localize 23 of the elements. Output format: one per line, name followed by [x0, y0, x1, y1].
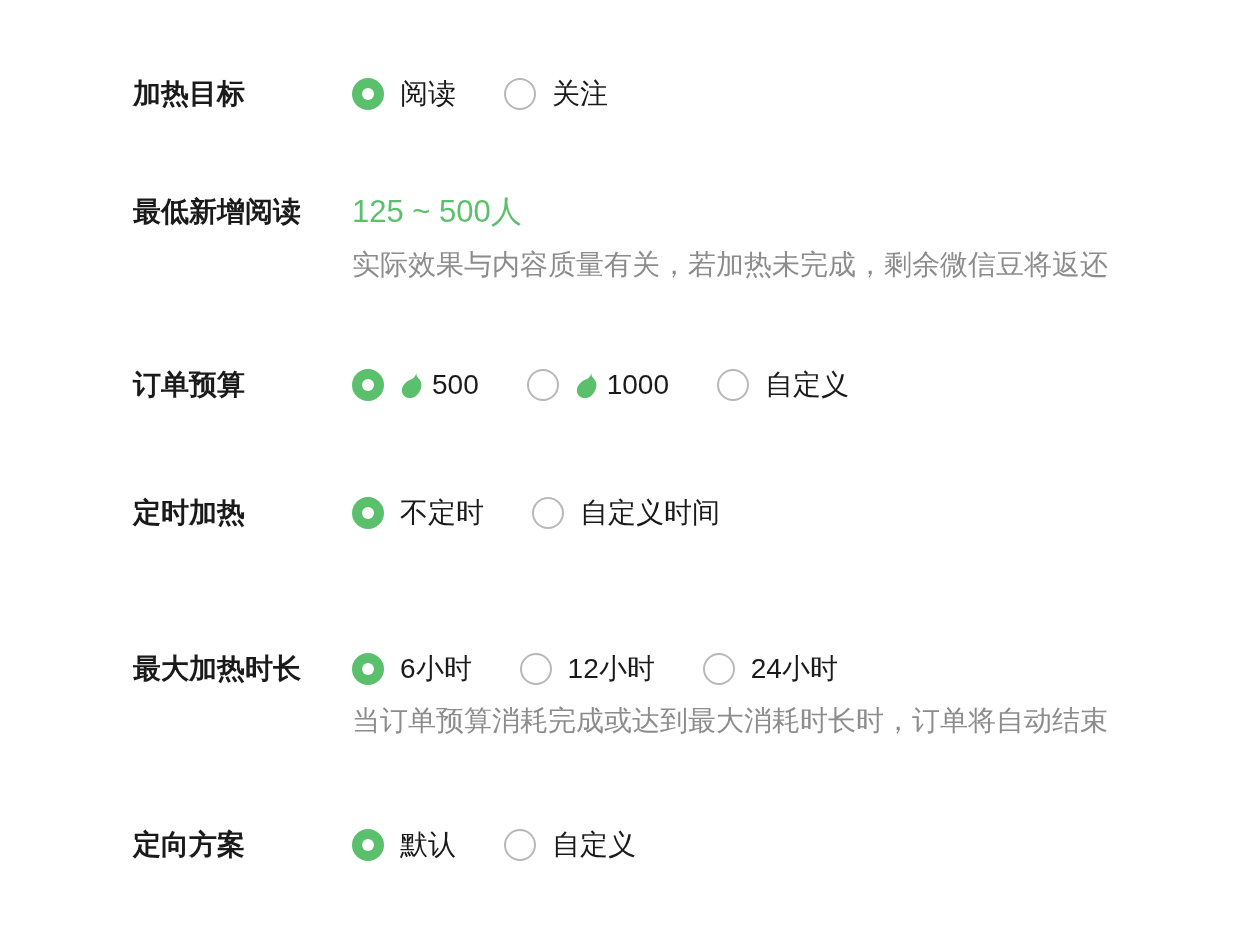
- radio-option[interactable]: 24小时: [702, 649, 838, 689]
- radio-option[interactable]: 自定义: [504, 825, 636, 865]
- field-label: 加热目标: [133, 78, 245, 109]
- field-label: 最低新增阅读: [133, 196, 301, 227]
- field-label: 最大加热时长: [133, 653, 301, 684]
- radio-option[interactable]: 12小时: [519, 649, 655, 689]
- bean-icon: [400, 371, 424, 399]
- radio-option[interactable]: 默认: [352, 825, 456, 865]
- radio-option[interactable]: 关注: [504, 74, 608, 114]
- radio-option[interactable]: 不定时: [352, 493, 484, 533]
- radio-option[interactable]: 自定义: [717, 365, 849, 405]
- field-label: 订单预算: [133, 369, 245, 400]
- hint-text: 实际效果与内容质量有关，若加热未完成，剩余微信豆将返还: [352, 248, 1108, 282]
- radio-option[interactable]: 1000: [526, 365, 669, 405]
- radio-option[interactable]: 自定义时间: [532, 493, 720, 533]
- radio-option[interactable]: 阅读: [352, 74, 456, 114]
- field-label: 定时加热: [133, 497, 245, 528]
- field-label: 定向方案: [133, 829, 245, 860]
- radio-option[interactable]: 500: [352, 365, 479, 405]
- hint-text: 当订单预算消耗完成或达到最大消耗时长时，订单将自动结束: [352, 704, 1108, 738]
- radio-option[interactable]: 6小时: [352, 649, 472, 689]
- range-value: 125 ~ 500人: [352, 193, 522, 231]
- bean-icon: [574, 371, 599, 399]
